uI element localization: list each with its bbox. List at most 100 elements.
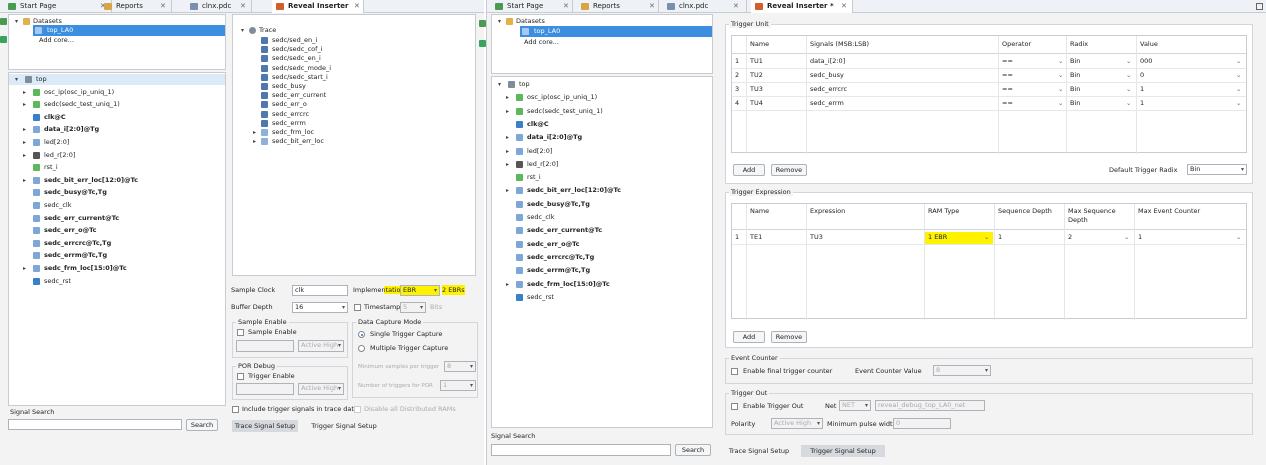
chevron-down-icon[interactable]: ⌄ bbox=[1126, 99, 1131, 108]
tu-cell-val[interactable]: 0 bbox=[1140, 71, 1236, 80]
tree-node[interactable]: rst_i bbox=[9, 162, 225, 173]
chevron-down-icon[interactable]: ⌄ bbox=[1058, 99, 1063, 108]
chevron-down-icon[interactable]: ⌄ bbox=[1058, 57, 1063, 66]
te-cell-seq[interactable]: 1 bbox=[998, 233, 1054, 242]
timestamp-bits-select[interactable]: 5 ▾ bbox=[400, 302, 426, 313]
tree-node[interactable]: sedc_errcrc@Tc,Tg bbox=[9, 238, 225, 249]
tree-node[interactable]: ▸ osc_ip(osc_ip_uniq_1) bbox=[9, 87, 225, 98]
tree-node[interactable]: ▸ osc_ip(osc_ip_uniq_1) bbox=[492, 92, 708, 103]
close-icon[interactable]: ✕ bbox=[160, 0, 166, 13]
toolbar-run-icon[interactable] bbox=[479, 40, 486, 47]
multiple-trigger-radio[interactable] bbox=[358, 345, 365, 352]
expander-icon[interactable]: ▸ bbox=[504, 92, 511, 103]
tree-node[interactable]: sedc_err_o@Tc bbox=[9, 225, 225, 236]
tab-trace-signal-setup[interactable]: Trace Signal Setup bbox=[721, 445, 797, 457]
signal-search-input[interactable] bbox=[491, 444, 671, 456]
te-cell-expr[interactable]: TU3 bbox=[810, 233, 914, 242]
tab-reports[interactable]: Reports ✕ bbox=[577, 0, 659, 13]
tree-node[interactable]: ▸ sedc_bit_err_loc[12:0]@Tc bbox=[492, 185, 708, 196]
tu-cell-name[interactable]: TU3 bbox=[750, 85, 804, 94]
tu-cell-op[interactable]: == bbox=[1002, 85, 1058, 94]
include-trigger-checkbox[interactable] bbox=[232, 406, 239, 413]
expander-icon[interactable]: ▸ bbox=[21, 99, 28, 110]
tree-node[interactable]: ▸ sedc(sedc_test_uniq_1) bbox=[492, 106, 708, 117]
expander-icon[interactable]: ▸ bbox=[504, 159, 511, 170]
tu-table-row[interactable]: 1 TU1 data_i[2:0] == ⌄ Bin ⌄ 000 ⌄ bbox=[732, 55, 1246, 69]
tab-trace-signal-setup[interactable]: Trace Signal Setup bbox=[232, 420, 298, 432]
chevron-down-icon[interactable]: ⌄ bbox=[1126, 85, 1131, 94]
tree-node[interactable]: ▸ data_i[2:0]@Tg bbox=[492, 132, 708, 143]
tab-start-page[interactable]: Start Page ✕ bbox=[4, 0, 112, 13]
event-counter-value-select[interactable]: 8 ▾ bbox=[933, 365, 991, 376]
tu-cell-op[interactable]: == bbox=[1002, 57, 1058, 66]
enable-final-checkbox[interactable] bbox=[731, 368, 738, 375]
tree-node[interactable]: sedc_clk bbox=[9, 200, 225, 211]
tu-column-header[interactable]: Value bbox=[1140, 40, 1244, 49]
tree-node[interactable]: sedc_errm@Tc,Tg bbox=[492, 265, 708, 276]
tree-node[interactable]: ▸ led[2:0] bbox=[9, 137, 225, 148]
tu-cell-radix[interactable]: Bin bbox=[1070, 71, 1126, 80]
tab-start-page[interactable]: Start Page ✕ bbox=[491, 0, 573, 13]
toolbar-add-icon[interactable] bbox=[479, 20, 486, 27]
tu-table-row[interactable]: 4 TU4 sedc_errm == ⌄ Bin ⌄ 1 ⌄ bbox=[732, 97, 1246, 111]
trigger-enable-checkbox[interactable] bbox=[237, 373, 244, 380]
dataset-item[interactable]: top_LA0 bbox=[520, 26, 712, 37]
chevron-down-icon[interactable]: ⌄ bbox=[984, 233, 989, 242]
tree-node[interactable]: sedc_clk bbox=[492, 212, 708, 223]
por-signal[interactable] bbox=[236, 383, 294, 395]
sample-enable-signal[interactable] bbox=[236, 340, 294, 352]
te-table-row[interactable]: 1 TE1 TU3 1 EBR ⌄ 1 2 ⌄ 1 ⌄ bbox=[732, 231, 1246, 245]
tree-node[interactable]: sedc_rst bbox=[492, 292, 708, 303]
tu-cell-sig[interactable]: sedc_errm bbox=[810, 99, 986, 108]
tree-node[interactable]: sedc_err_current@Tc bbox=[9, 213, 225, 224]
tu-table-row[interactable]: 2 TU2 sedc_busy == ⌄ Bin ⌄ 0 ⌄ bbox=[732, 69, 1246, 83]
tu-cell-name[interactable]: TU4 bbox=[750, 99, 804, 108]
tree-node[interactable]: ▸ data_i[2:0]@Tg bbox=[9, 124, 225, 135]
tu-cell-val[interactable]: 000 bbox=[1140, 57, 1236, 66]
net-name-input[interactable]: reveal_debug_top_LA0_net bbox=[875, 400, 985, 411]
sample-enable-polarity[interactable]: Active High ▾ bbox=[298, 340, 344, 352]
chevron-down-icon[interactable]: ⌄ bbox=[1058, 71, 1063, 80]
tu-add-button[interactable]: Add bbox=[733, 164, 765, 176]
num-triggers-select[interactable]: 1 ▾ bbox=[440, 380, 476, 391]
tree-node[interactable]: ▾ top bbox=[492, 79, 708, 90]
te-cell-maxevt[interactable]: 1 bbox=[1138, 233, 1236, 242]
tu-cell-op[interactable]: == bbox=[1002, 99, 1058, 108]
single-trigger-radio[interactable] bbox=[358, 331, 365, 338]
expander-icon[interactable]: ▸ bbox=[504, 146, 511, 157]
implementation-select[interactable]: EBR ▾ bbox=[400, 285, 440, 296]
tree-node[interactable]: sedc_errcrc@Tc,Tg bbox=[492, 252, 708, 263]
search-button[interactable]: Search bbox=[186, 419, 218, 431]
enable-trigger-out-checkbox[interactable] bbox=[731, 403, 738, 410]
tu-column-header[interactable]: Signals (MSB:LSB) bbox=[810, 40, 994, 49]
tab-clnx-pdc[interactable]: clnx.pdc ✕ bbox=[186, 0, 252, 13]
tu-column-header[interactable]: Name bbox=[750, 40, 812, 49]
sample-clock-input[interactable]: clk bbox=[292, 285, 348, 296]
toolbar-run-icon[interactable] bbox=[0, 36, 7, 43]
tree-node[interactable]: clk@C bbox=[492, 119, 708, 130]
signal-search-input[interactable] bbox=[8, 419, 182, 430]
tu-cell-radix[interactable]: Bin bbox=[1070, 85, 1126, 94]
tree-node[interactable]: sedc_rst bbox=[9, 276, 225, 287]
tu-cell-sig[interactable]: sedc_busy bbox=[810, 71, 986, 80]
te-column-header[interactable]: Max Event Counter bbox=[1138, 207, 1242, 216]
chevron-down-icon[interactable]: ⌄ bbox=[1236, 57, 1241, 66]
expander-icon[interactable]: ▸ bbox=[504, 279, 511, 290]
tree-node[interactable]: ▸ sedc_frm_loc[15:0]@Tc bbox=[492, 279, 708, 290]
te-cell-maxseq[interactable]: 2 bbox=[1068, 233, 1124, 242]
tu-cell-sig[interactable]: sedc_errcrc bbox=[810, 85, 986, 94]
chevron-down-icon[interactable]: ⌄ bbox=[1124, 233, 1129, 242]
tree-node[interactable]: sedc_busy@Tc,Tg bbox=[9, 187, 225, 198]
min-pulse-input[interactable]: 0 bbox=[893, 418, 951, 429]
expander-icon[interactable]: ▸ bbox=[251, 136, 258, 147]
default-radix-select[interactable]: Bin ▾ bbox=[1187, 164, 1247, 175]
tu-cell-name[interactable]: TU2 bbox=[750, 71, 804, 80]
polarity-select[interactable]: Active High ▾ bbox=[771, 418, 823, 429]
expander-icon[interactable]: ▸ bbox=[504, 106, 511, 117]
search-button[interactable]: Search bbox=[675, 444, 711, 456]
chevron-down-icon[interactable]: ⌄ bbox=[1058, 85, 1063, 94]
expander-icon[interactable]: ▾ bbox=[13, 74, 20, 85]
te-cell-name[interactable]: TE1 bbox=[750, 233, 804, 242]
tab-reveal-inserter[interactable]: Reveal Inserter ✕ bbox=[272, 0, 364, 13]
tab-reports[interactable]: Reports ✕ bbox=[100, 0, 172, 13]
